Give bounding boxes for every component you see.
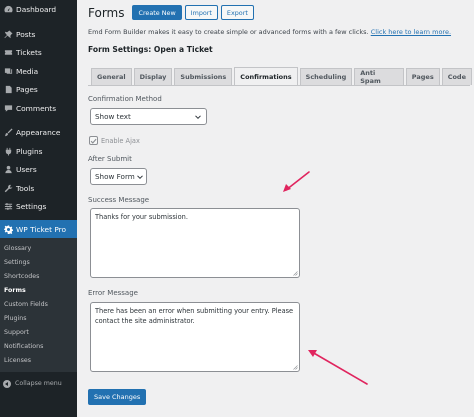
sidebar-item-dashboard[interactable]: Dashboard [0,1,77,20]
annotation-arrow-icon [283,171,310,192]
confirmation-method-value: Show text [95,112,131,121]
sidebar-item-comments[interactable]: Comments [0,99,77,118]
learn-more-link[interactable]: Click here to learn more. [371,28,451,36]
sidebar-item-label: WP Ticket Pro [16,224,67,234]
sidebar-item-label: Users [16,165,37,175]
settings-icon [3,202,13,212]
checkmark-icon [90,138,97,144]
submenu-item-notifications[interactable]: Notifications [0,340,77,354]
enable-ajax-row: Enable Ajax [89,136,140,145]
sidebar-item-label: Tickets [16,48,42,58]
wrench-icon [3,183,13,193]
collapse-label: Collapse menu [15,380,62,388]
sidebar-item-users[interactable]: Users [0,161,77,180]
tabs-divider [88,85,470,86]
submenu-item-licenses[interactable]: Licenses [0,354,77,368]
after-submit-label: After Submit [88,155,132,163]
chevron-down-icon [137,175,143,180]
after-submit-select[interactable]: Show Form [90,168,147,185]
media-icon [3,66,13,76]
sidebar-item-label: Plugins [16,146,43,156]
submenu-item-support[interactable]: Support [0,326,77,340]
comment-icon [3,103,13,113]
submenu-item-shortcodes[interactable]: Shortcodes [0,269,77,283]
submenu-item-custom-fields[interactable]: Custom Fields [0,297,77,311]
sidebar-item-posts[interactable]: Posts [0,25,77,44]
sidebar-item-label: Media [16,66,39,76]
import-button[interactable]: Import [184,5,218,20]
resize-handle-icon[interactable] [293,365,298,370]
sidebar-item-tools[interactable]: Tools [0,179,77,198]
tab-pages[interactable]: Pages [405,68,440,85]
sidebar-item-settings[interactable]: Settings [0,198,77,217]
page-description: Emd Form Builder makes it easy to create… [88,28,451,36]
enable-ajax-label: Enable Ajax [101,136,140,145]
tab-display[interactable]: Display [133,68,173,85]
plugin-icon [3,146,13,156]
page-title: Forms [88,5,125,20]
confirmation-method-label: Confirmation Method [88,95,162,103]
after-submit-value: Show Form [95,172,135,181]
sidebar-item-appearance[interactable]: Appearance [0,124,77,143]
tab-anti-spam[interactable]: Anti Spam [354,68,404,85]
create-new-button[interactable]: Create New [132,5,182,20]
submenu-item-forms[interactable]: Forms [0,283,77,297]
enable-ajax-checkbox[interactable] [89,136,98,145]
pin-icon [3,29,13,39]
sidebar-item-label: Dashboard [16,5,57,15]
resize-handle-icon[interactable] [293,271,298,276]
sidebar-item-tickets[interactable]: Tickets [0,44,77,63]
main-content: Forms Create New Import Export Emd Form … [77,0,474,417]
submenu-item-plugins[interactable]: Plugins [0,311,77,325]
success-message-label: Success Message [88,196,150,204]
success-message-textarea[interactable]: Thanks for your submission. [90,208,300,278]
brush-icon [3,128,13,138]
tab-code[interactable]: Code [441,68,472,85]
wp-ticket-pro-submenu: Glossary Settings Shortcodes Forms Custo… [0,238,77,372]
admin-sidebar: Dashboard Posts Tickets Media Pages Comm… [0,0,77,417]
collapse-menu-button[interactable]: Collapse menu [0,376,77,392]
sidebar-item-plugins[interactable]: Plugins [0,142,77,161]
sidebar-item-label: Settings [16,202,47,212]
annotation-arrow-icon [308,350,368,385]
sidebar-item-label: Comments [16,103,57,113]
form-settings-heading: Form Settings: Open a Ticket [88,45,213,54]
export-button[interactable]: Export [220,5,254,20]
sidebar-item-media[interactable]: Media [0,62,77,81]
tab-scheduling[interactable]: Scheduling [299,68,353,85]
tab-general[interactable]: General [91,68,132,85]
sidebar-item-label: Pages [16,85,38,95]
sidebar-item-label: Appearance [16,128,61,138]
error-message-textarea[interactable]: There has been an error when submitting … [90,302,300,372]
dashboard-icon [3,5,13,15]
save-changes-button[interactable]: Save Changes [88,389,147,405]
sidebar-item-wp-ticket-pro[interactable]: WP Ticket Pro [0,220,77,238]
error-message-label: Error Message [88,289,138,297]
page-header: Forms Create New Import Export [88,5,257,20]
tab-confirmations[interactable]: Confirmations [234,67,298,85]
submenu-item-glossary[interactable]: Glossary [0,241,77,255]
description-text: Emd Form Builder makes it easy to create… [88,28,369,36]
settings-tabs: General Display Submissions Confirmation… [91,67,474,85]
submenu-item-settings[interactable]: Settings [0,255,77,269]
collapse-icon [3,379,11,388]
sidebar-item-label: Tools [16,183,35,193]
confirmation-method-select[interactable]: Show text [90,108,207,125]
gear-icon [3,224,13,234]
user-icon [3,165,13,175]
chevron-down-icon [195,115,201,120]
sidebar-item-pages[interactable]: Pages [0,81,77,100]
sidebar-item-label: Posts [16,29,36,39]
pages-icon [3,85,13,95]
ticket-icon [3,48,13,58]
tab-submissions[interactable]: Submissions [174,68,233,85]
